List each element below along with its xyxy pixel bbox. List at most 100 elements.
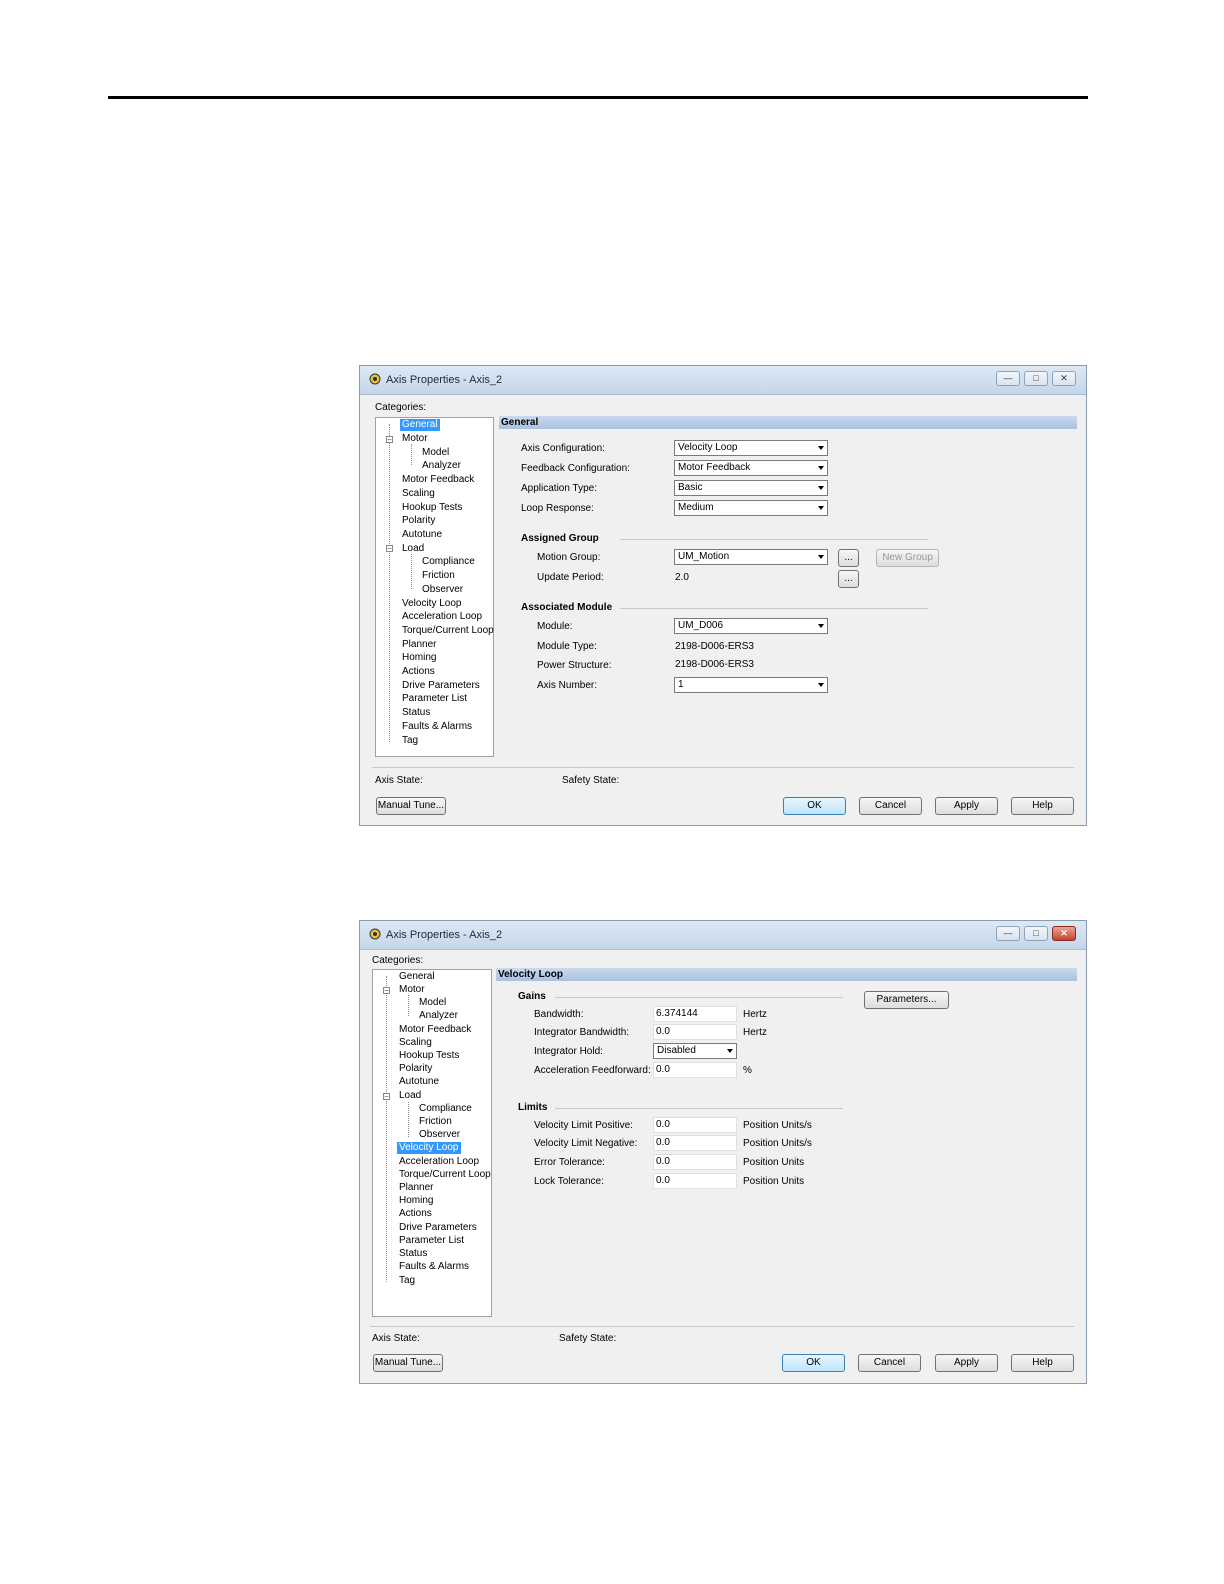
help-button[interactable]: Help: [1011, 1354, 1074, 1372]
tree-item-hookup-tests[interactable]: Hookup Tests: [400, 502, 464, 514]
tree-item-scaling[interactable]: Scaling: [397, 1037, 434, 1049]
lock-tolerance-input[interactable]: 0.0: [653, 1173, 737, 1189]
tree-item-compliance[interactable]: Compliance: [420, 556, 477, 568]
module-select[interactable]: UM_D006: [674, 618, 828, 634]
chevron-down-icon: [818, 683, 824, 687]
tree-item-faults-alarms[interactable]: Faults & Alarms: [400, 721, 474, 733]
tree-item-analyzer[interactable]: Analyzer: [420, 460, 463, 472]
manual-tune-button[interactable]: Manual Tune...: [376, 797, 446, 815]
collapse-icon[interactable]: –: [383, 987, 390, 994]
categories-tree[interactable]: – – General Motor Model Analyzer Motor F…: [375, 417, 494, 757]
bandwidth-input[interactable]: 6.374144: [653, 1006, 737, 1022]
tree-item-tag[interactable]: Tag: [397, 1275, 417, 1287]
collapse-icon[interactable]: –: [386, 545, 393, 552]
close-button[interactable]: ✕: [1052, 371, 1076, 386]
cancel-button[interactable]: Cancel: [859, 797, 922, 815]
tree-item-status[interactable]: Status: [400, 707, 432, 719]
integrator-bandwidth-unit: Hertz: [743, 1027, 767, 1038]
manual-tune-button[interactable]: Manual Tune...: [373, 1354, 443, 1372]
ok-button[interactable]: OK: [782, 1354, 845, 1372]
cancel-button[interactable]: Cancel: [858, 1354, 921, 1372]
integrator-hold-select[interactable]: Disabled: [653, 1043, 737, 1059]
loop-response-select[interactable]: Medium: [674, 500, 828, 516]
collapse-icon[interactable]: –: [386, 436, 393, 443]
tree-item-actions[interactable]: Actions: [400, 666, 437, 678]
tree-item-motor-feedback[interactable]: Motor Feedback: [397, 1024, 473, 1036]
tree-item-polarity[interactable]: Polarity: [400, 515, 437, 527]
feedback-configuration-select[interactable]: Motor Feedback: [674, 460, 828, 476]
integrator-bandwidth-input[interactable]: 0.0: [653, 1024, 737, 1040]
page-header-rule: [108, 96, 1088, 99]
tree-item-parameter-list[interactable]: Parameter List: [397, 1235, 466, 1247]
tree-item-observer[interactable]: Observer: [420, 584, 465, 596]
tree-item-hookup-tests[interactable]: Hookup Tests: [397, 1050, 461, 1062]
tree-item-compliance[interactable]: Compliance: [417, 1103, 474, 1115]
tree-item-observer[interactable]: Observer: [417, 1129, 462, 1141]
title-bar[interactable]: Axis Properties - Axis_2 — □ ✕: [360, 366, 1086, 395]
tree-item-model[interactable]: Model: [420, 447, 451, 459]
tree-item-general[interactable]: General: [400, 419, 440, 431]
tree-item-velocity-loop[interactable]: Velocity Loop: [397, 1142, 461, 1154]
collapse-icon[interactable]: –: [383, 1093, 390, 1100]
tree-item-friction[interactable]: Friction: [417, 1116, 454, 1128]
axis-configuration-select[interactable]: Velocity Loop: [674, 440, 828, 456]
new-group-button[interactable]: New Group: [876, 549, 939, 567]
acceleration-feedforward-input[interactable]: 0.0: [653, 1062, 737, 1078]
axis-number-select[interactable]: 1: [674, 677, 828, 693]
tree-item-drive-parameters[interactable]: Drive Parameters: [400, 680, 482, 692]
minimize-button[interactable]: —: [996, 371, 1020, 386]
tree-item-scaling[interactable]: Scaling: [400, 488, 437, 500]
tree-item-homing[interactable]: Homing: [397, 1195, 435, 1207]
maximize-button[interactable]: □: [1024, 926, 1048, 941]
help-button[interactable]: Help: [1011, 797, 1074, 815]
application-type-select[interactable]: Basic: [674, 480, 828, 496]
update-period-browse-button[interactable]: ...: [838, 570, 859, 588]
tree-item-homing[interactable]: Homing: [400, 652, 438, 664]
integrator-bandwidth-label: Integrator Bandwidth:: [534, 1027, 630, 1038]
tree-item-motor[interactable]: Motor: [400, 433, 430, 445]
tree-item-acceleration-loop[interactable]: Acceleration Loop: [397, 1156, 481, 1168]
tree-item-status[interactable]: Status: [397, 1248, 429, 1260]
axis-properties-dialog-velocity-loop: Axis Properties - Axis_2 — □ ✕ Categorie…: [359, 920, 1087, 1384]
tree-item-model[interactable]: Model: [417, 997, 448, 1009]
power-structure-value: 2198-D006-ERS3: [675, 659, 754, 670]
tree-item-tag[interactable]: Tag: [400, 735, 420, 747]
minimize-button[interactable]: —: [996, 926, 1020, 941]
tree-item-parameter-list[interactable]: Parameter List: [400, 693, 469, 705]
motion-group-select[interactable]: UM_Motion: [674, 549, 828, 565]
tree-item-planner[interactable]: Planner: [400, 639, 438, 651]
apply-button[interactable]: Apply: [935, 1354, 998, 1372]
tree-item-autotune[interactable]: Autotune: [397, 1076, 441, 1088]
tree-item-velocity-loop[interactable]: Velocity Loop: [400, 598, 464, 610]
tree-item-drive-parameters[interactable]: Drive Parameters: [397, 1222, 479, 1234]
tree-item-actions[interactable]: Actions: [397, 1208, 434, 1220]
categories-tree[interactable]: – – General Motor Model Analyzer Motor F…: [372, 969, 492, 1317]
velocity-limit-negative-input[interactable]: 0.0: [653, 1135, 737, 1151]
tree-item-general[interactable]: General: [397, 971, 437, 983]
limits-title: Limits: [518, 1102, 548, 1113]
apply-button[interactable]: Apply: [935, 797, 998, 815]
error-tolerance-input[interactable]: 0.0: [653, 1154, 737, 1170]
tree-item-faults-alarms[interactable]: Faults & Alarms: [397, 1261, 471, 1273]
parameters-button[interactable]: Parameters...: [864, 991, 949, 1009]
title-bar[interactable]: Axis Properties - Axis_2 — □ ✕: [360, 921, 1086, 950]
tree-item-load[interactable]: Load: [397, 1090, 423, 1102]
motion-group-browse-button[interactable]: ...: [838, 549, 859, 567]
tree-item-torque-current-loop[interactable]: Torque/Current Loop: [400, 625, 496, 637]
tree-item-torque-current-loop[interactable]: Torque/Current Loop: [397, 1169, 493, 1181]
tree-guide: [411, 444, 412, 465]
tree-item-autotune[interactable]: Autotune: [400, 529, 444, 541]
tree-item-motor-feedback[interactable]: Motor Feedback: [400, 474, 476, 486]
tree-item-friction[interactable]: Friction: [420, 570, 457, 582]
tree-item-polarity[interactable]: Polarity: [397, 1063, 434, 1075]
ok-button[interactable]: OK: [783, 797, 846, 815]
tree-item-acceleration-loop[interactable]: Acceleration Loop: [400, 611, 484, 623]
tree-item-load[interactable]: Load: [400, 543, 426, 555]
velocity-limit-negative-label: Velocity Limit Negative:: [534, 1138, 638, 1149]
velocity-limit-positive-input[interactable]: 0.0: [653, 1117, 737, 1133]
tree-item-planner[interactable]: Planner: [397, 1182, 435, 1194]
close-button[interactable]: ✕: [1052, 926, 1076, 941]
maximize-button[interactable]: □: [1024, 371, 1048, 386]
tree-item-motor[interactable]: Motor: [397, 984, 427, 996]
tree-item-analyzer[interactable]: Analyzer: [417, 1010, 460, 1022]
